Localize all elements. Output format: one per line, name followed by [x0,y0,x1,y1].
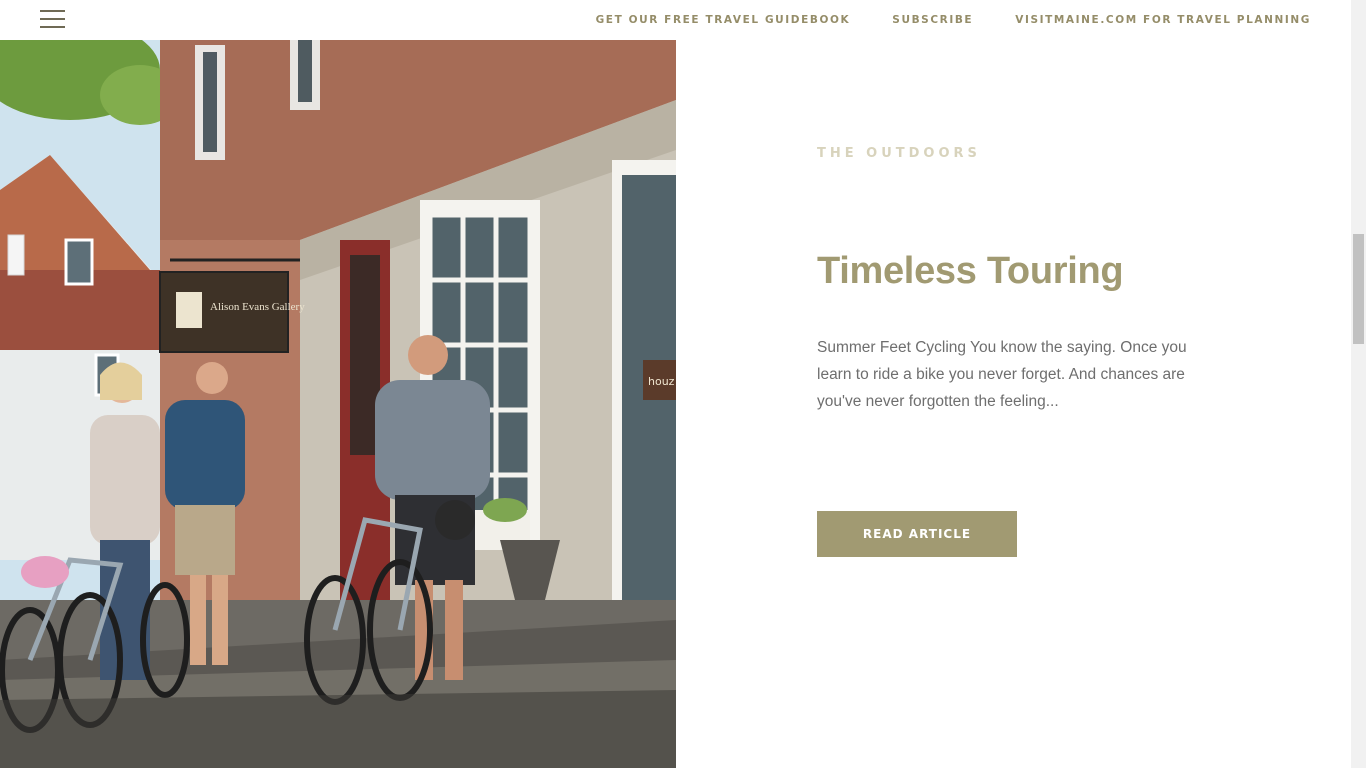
scrollbar-thumb[interactable] [1353,234,1364,344]
page-scrollbar[interactable] [1351,0,1366,768]
nav-link-subscribe[interactable]: SUBSCRIBE [892,14,973,26]
top-nav-links: GET OUR FREE TRAVEL GUIDEBOOK SUBSCRIBE … [596,14,1311,26]
hamburger-menu-icon[interactable] [40,9,66,29]
hamburger-line [40,10,65,12]
article-excerpt: Summer Feet Cycling You know the saying.… [817,339,1187,410]
nav-link-guidebook[interactable]: GET OUR FREE TRAVEL GUIDEBOOK [596,14,851,26]
page: GET OUR FREE TRAVEL GUIDEBOOK SUBSCRIBE … [0,0,1366,768]
top-navigation-bar: GET OUR FREE TRAVEL GUIDEBOOK SUBSCRIBE … [0,0,1351,40]
gallery-sign-text: Alison Evans Gallery [210,301,305,313]
nav-link-visitmaine[interactable]: VISITMAINE.COM FOR TRAVEL PLANNING [1015,14,1311,26]
hamburger-line [40,26,65,28]
shop-sign-text: houz [648,375,675,388]
hamburger-line [40,18,65,20]
article-title[interactable]: Timeless Touring [817,250,1124,293]
article-category[interactable]: THE OUTDOORS [817,146,981,161]
read-article-button[interactable]: READ ARTICLE [817,511,1017,557]
article-photo: houz Alison Evans Gallery [0,40,676,768]
